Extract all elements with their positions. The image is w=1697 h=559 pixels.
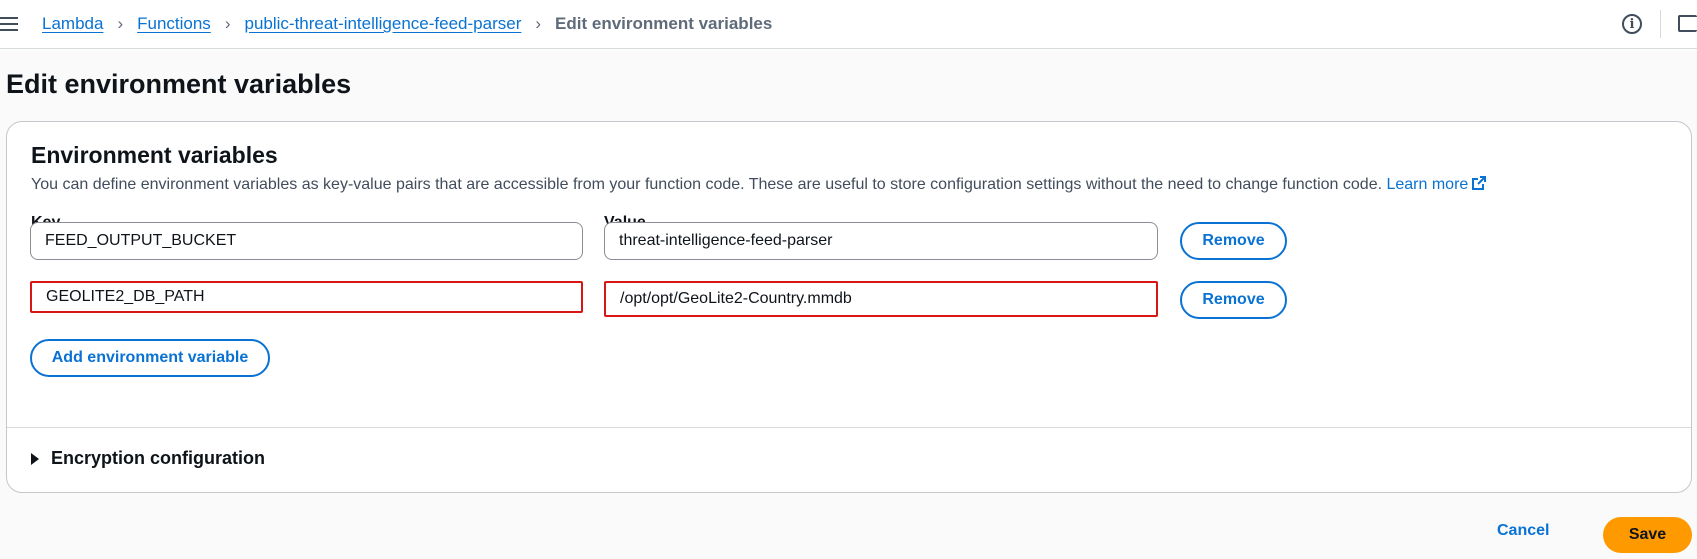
top-navigation: Lambda › Functions › public-threat-intel… (0, 0, 1697, 49)
learn-more-link[interactable]: Learn more (1386, 176, 1487, 193)
env-value-input-1[interactable]: threat-intelligence-feed-parser (604, 222, 1158, 260)
add-environment-variable-button[interactable]: Add environment variable (30, 339, 270, 377)
external-link-icon (1472, 176, 1487, 190)
env-key-input-2[interactable]: GEOLITE2_DB_PATH (30, 281, 583, 313)
breadcrumb-current: Edit environment variables (555, 14, 773, 33)
breadcrumb-function-name[interactable]: public-threat-intelligence-feed-parser (244, 14, 521, 34)
chevron-right-icon: › (535, 14, 542, 33)
remove-button-2[interactable]: Remove (1180, 281, 1287, 319)
description-text: You can define environment variables as … (31, 176, 1383, 193)
remove-button-1[interactable]: Remove (1180, 222, 1287, 260)
chevron-right-icon: › (224, 14, 231, 33)
page-title: Edit environment variables (6, 69, 352, 99)
toolbar-divider (1660, 10, 1661, 38)
env-value-input-2[interactable]: /opt/opt/GeoLite2-Country.mmdb (604, 281, 1158, 317)
save-button[interactable]: Save (1603, 517, 1692, 553)
panel-title: Environment variables (31, 142, 278, 168)
breadcrumb-lambda[interactable]: Lambda (42, 14, 103, 34)
breadcrumb-functions[interactable]: Functions (137, 14, 211, 34)
env-key-input-1[interactable]: FEED_OUTPUT_BUCKET (30, 222, 583, 260)
environment-variables-panel: Environment variables You can define env… (6, 121, 1692, 493)
learn-more-label: Learn more (1386, 176, 1469, 193)
menu-icon[interactable] (0, 17, 20, 33)
breadcrumb: Lambda › Functions › public-threat-intel… (42, 14, 772, 34)
panel-divider (7, 427, 1691, 428)
panel-description: You can define environment variables as … (31, 176, 1487, 194)
feedback-icon[interactable] (1678, 15, 1697, 32)
info-icon[interactable]: i (1622, 14, 1642, 34)
encryption-configuration-expander[interactable]: Encryption configuration (31, 448, 265, 469)
cancel-button[interactable]: Cancel (1497, 522, 1549, 540)
encryption-label: Encryption configuration (51, 448, 265, 468)
caret-right-icon (31, 452, 39, 465)
chevron-right-icon: › (117, 14, 124, 33)
